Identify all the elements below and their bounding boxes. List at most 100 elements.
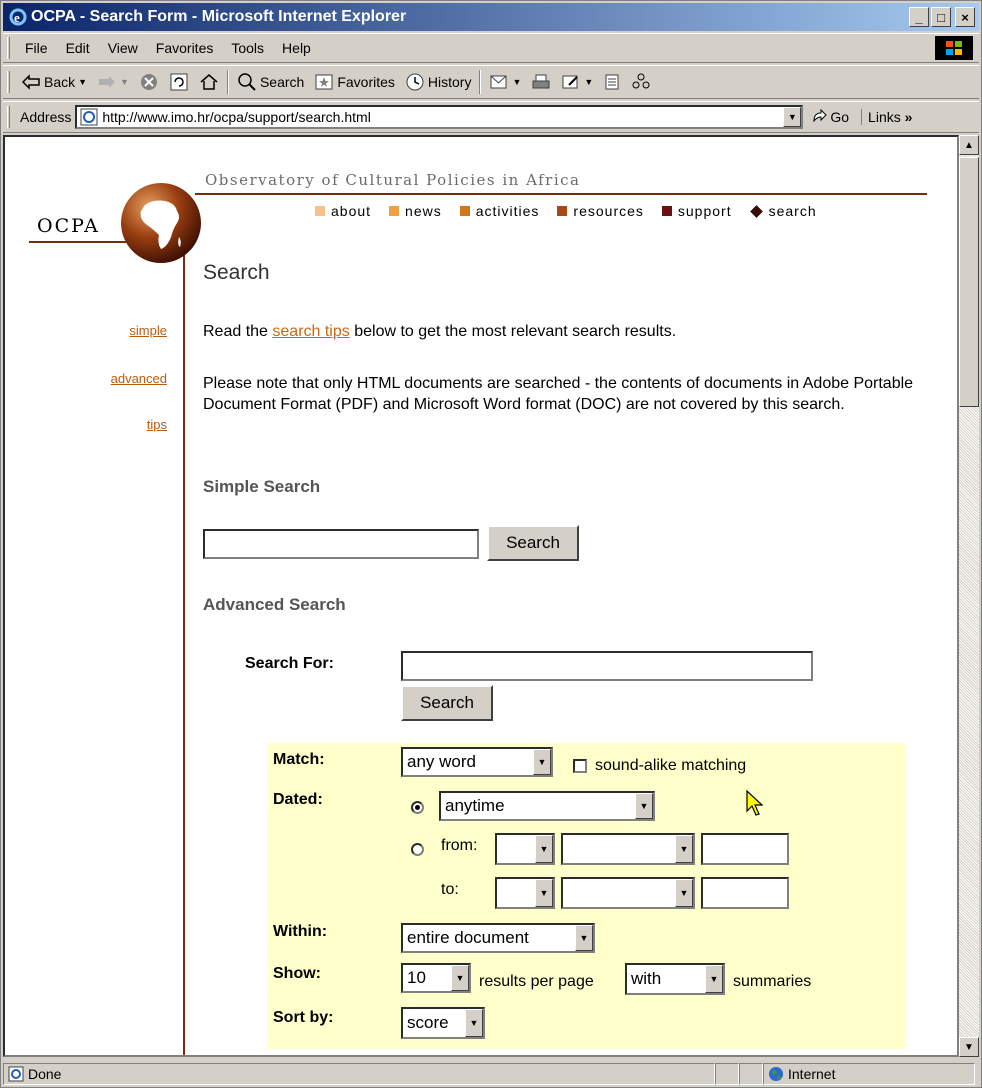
scroll-down-icon[interactable]: ▼ — [959, 1037, 979, 1057]
advanced-search-button[interactable]: Search — [401, 685, 493, 721]
edit-button[interactable]: ▼ — [556, 68, 598, 96]
back-arrow-icon — [21, 74, 40, 90]
nav-support[interactable]: support — [661, 203, 732, 219]
forward-button[interactable]: ▼ — [92, 68, 134, 96]
dated-select[interactable]: anytime ▼ — [439, 791, 655, 821]
menu-edit[interactable]: Edit — [57, 40, 99, 56]
toolbar-grip[interactable] — [7, 71, 10, 93]
links-button[interactable]: Links » — [861, 109, 912, 125]
to-year-input[interactable] — [701, 877, 789, 909]
search-tips-link[interactable]: search tips — [272, 323, 349, 340]
dated-range-radio[interactable] — [411, 843, 424, 856]
match-label: Match: — [273, 751, 325, 768]
nav-bullet-icon — [389, 206, 400, 216]
edit-dropdown-icon[interactable]: ▼ — [584, 77, 593, 87]
zone-panel[interactable]: Internet — [763, 1063, 975, 1085]
chevron-down-icon[interactable]: ▼ — [635, 793, 653, 819]
simple-search-heading: Simple Search — [203, 477, 321, 496]
sidebar-link-advanced[interactable]: advanced — [111, 371, 167, 386]
address-url: http://www.imo.hr/ocpa/support/search.ht… — [102, 109, 371, 125]
sortby-select[interactable]: score ▼ — [401, 1007, 485, 1039]
refresh-icon — [170, 73, 188, 91]
go-button[interactable]: Go — [803, 109, 857, 125]
menu-view[interactable]: View — [99, 40, 147, 56]
nav-resources[interactable]: resources — [557, 203, 643, 219]
print-button[interactable] — [526, 68, 556, 96]
favorites-button[interactable]: Favorites — [309, 68, 400, 96]
refresh-button[interactable] — [164, 68, 194, 96]
vertical-scrollbar[interactable]: ▲ ▼ — [959, 135, 979, 1057]
minimize-button[interactable]: _ — [909, 7, 929, 27]
mail-dropdown-icon[interactable]: ▼ — [512, 77, 521, 87]
go-arrow-icon — [813, 109, 828, 123]
mail-button[interactable]: ▼ — [484, 68, 526, 96]
advanced-search-input[interactable] — [401, 651, 813, 681]
chevron-down-icon[interactable]: ▼ — [575, 925, 593, 951]
favorites-icon — [315, 74, 333, 90]
chevron-down-icon[interactable]: ▼ — [451, 965, 469, 991]
scroll-up-icon[interactable]: ▲ — [959, 135, 979, 155]
site-logo-text[interactable]: OCPA — [37, 215, 100, 237]
match-select[interactable]: any word ▼ — [401, 747, 553, 777]
sidebar-link-simple[interactable]: simple — [129, 323, 167, 338]
nav-bullet-icon — [459, 206, 470, 216]
from-month-select[interactable]: ▼ — [561, 833, 695, 865]
menubar-grip[interactable] — [7, 37, 10, 59]
chevron-down-icon[interactable]: ▼ — [675, 835, 693, 863]
back-button[interactable]: Back ▼ — [16, 68, 92, 96]
nav-activities[interactable]: activities — [459, 203, 540, 219]
toolbar-separator — [226, 70, 229, 94]
chevron-down-icon[interactable]: ▼ — [533, 749, 551, 775]
soundalike-checkbox[interactable] — [573, 759, 587, 773]
nav-about-label: about — [331, 203, 372, 219]
summaries-select[interactable]: with ▼ — [625, 963, 725, 995]
summaries-select-value: with — [631, 969, 662, 988]
chevron-down-icon[interactable]: ▼ — [675, 879, 693, 907]
chevron-down-icon[interactable]: ▼ — [535, 835, 553, 863]
to-month-select[interactable]: ▼ — [561, 877, 695, 909]
zone-label: Internet — [788, 1066, 836, 1082]
chevron-down-icon[interactable]: ▼ — [535, 879, 553, 907]
scrollbar-thumb[interactable] — [959, 157, 979, 407]
nav-about[interactable]: about — [315, 203, 371, 219]
address-input[interactable]: http://www.imo.hr/ocpa/support/search.ht… — [75, 105, 804, 129]
forward-dropdown-icon[interactable]: ▼ — [120, 77, 129, 87]
messenger-button[interactable] — [626, 68, 656, 96]
from-day-select[interactable]: ▼ — [495, 833, 555, 865]
sidebar-link-tips[interactable]: tips — [147, 417, 167, 432]
dated-anytime-radio[interactable] — [411, 801, 424, 814]
menu-file[interactable]: File — [16, 40, 57, 56]
chevron-down-icon[interactable]: ▼ — [465, 1009, 483, 1037]
history-button[interactable]: History — [400, 68, 477, 96]
addressbar-grip[interactable] — [7, 106, 10, 128]
maximize-button[interactable]: □ — [931, 7, 951, 27]
dated-select-value: anytime — [445, 796, 505, 815]
nav-news[interactable]: news — [389, 203, 442, 219]
menu-help[interactable]: Help — [273, 40, 320, 56]
discuss-button[interactable] — [598, 68, 626, 96]
mail-icon — [490, 75, 507, 89]
menu-tools[interactable]: Tools — [222, 40, 273, 56]
from-label: from: — [441, 837, 478, 854]
main-nav: about news activities resources support … — [315, 203, 817, 219]
title-bar[interactable]: e OCPA - Search Form - Microsoft Interne… — [3, 3, 979, 31]
ie-logo-icon: e — [9, 8, 27, 26]
close-button[interactable]: × — [955, 7, 975, 27]
address-dropdown-icon[interactable]: ▼ — [783, 107, 802, 127]
simple-search-input[interactable] — [203, 529, 479, 559]
search-button[interactable]: Search — [232, 68, 309, 96]
within-select[interactable]: entire document ▼ — [401, 923, 595, 953]
from-year-input[interactable] — [701, 833, 789, 865]
back-dropdown-icon[interactable]: ▼ — [78, 77, 87, 87]
stop-button[interactable] — [134, 68, 164, 96]
show-count-select[interactable]: 10 ▼ — [401, 963, 471, 993]
simple-search-button[interactable]: Search — [487, 525, 579, 561]
summaries-label: summaries — [733, 973, 812, 990]
page-viewport[interactable]: Observatory of Cultural Policies in Afri… — [3, 135, 959, 1057]
menu-favorites[interactable]: Favorites — [147, 40, 223, 56]
to-day-select[interactable]: ▼ — [495, 877, 555, 909]
home-button[interactable] — [194, 68, 224, 96]
nav-search[interactable]: search — [749, 203, 817, 219]
africa-globe-logo-icon[interactable] — [119, 181, 203, 265]
chevron-down-icon[interactable]: ▼ — [705, 965, 723, 993]
